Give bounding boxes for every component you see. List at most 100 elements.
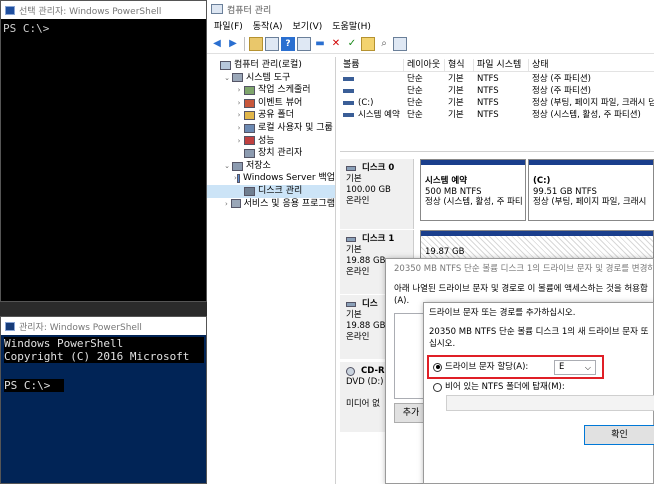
menu-file[interactable]: 파일(F) <box>209 19 248 35</box>
cell-fs: NTFS <box>477 110 499 120</box>
cell-status: 정상 (시스템, 활성, 주 파티션) <box>532 110 641 120</box>
dialog-title[interactable]: 20350 MB NTFS 단순 볼륨 디스크 1의 드라이브 문자 및 경로를… <box>386 259 653 279</box>
format-icon[interactable] <box>393 37 407 51</box>
tree-node-icon <box>244 148 255 158</box>
volume-cell <box>340 73 404 85</box>
cell-layout: 단순 <box>407 74 423 84</box>
radio-selected-icon[interactable] <box>433 362 442 372</box>
volume-cell: 시스템 예약 <box>340 109 404 121</box>
volume-list[interactable]: 볼륨 레이아웃 형식 파일 시스템 상태 단순 기본 NTFS 정상 (주 파티션) 단… <box>340 59 654 146</box>
forward-arrow-icon[interactable]: ▶ <box>226 37 240 51</box>
volume-system-reserved[interactable]: 시스템 예약 500 MB NTFS 정상 (시스템, 활성, 주 파티 <box>420 159 526 221</box>
chevron-down-icon: ⌵ <box>584 363 591 372</box>
search-icon[interactable]: ⌕ <box>377 37 391 51</box>
tree-item[interactable]: › 작업 스케줄러 <box>207 84 335 97</box>
tree-item[interactable]: ⌄ 시스템 도구 <box>207 72 335 85</box>
tree-node-icon <box>244 85 255 95</box>
powershell-window-1[interactable]: 선택 관리자: Windows PowerShell PS C:\> <box>0 0 207 302</box>
table-row[interactable]: 시스템 예약 단순 기본 NTFS 정상 (시스템, 활성, 주 파티션) <box>340 109 654 121</box>
col-status[interactable]: 상태 <box>529 59 654 71</box>
col-type[interactable]: 형식 <box>445 59 474 71</box>
tree-item-label: 장치 관리자 <box>258 148 303 159</box>
table-row[interactable]: 단순 기본 NTFS 정상 (주 파티션) <box>340 73 654 85</box>
up-folder-icon[interactable] <box>249 37 263 51</box>
back-arrow-icon[interactable]: ◀ <box>210 37 224 51</box>
assign-drive-letter-option[interactable]: 드라이브 문자 할당(A): <box>433 361 528 373</box>
collapsed-chevron-icon[interactable]: › <box>234 84 244 97</box>
volume-icon <box>343 88 354 93</box>
disk-0-label[interactable]: 디스크 0 기본 100.00 GB 온라인 <box>340 159 414 229</box>
tree-item[interactable]: › 로컬 사용자 및 그룹 <box>207 122 335 135</box>
tree-item-label: 컴퓨터 관리(로컬) <box>234 60 302 70</box>
folder-path-input[interactable] <box>446 395 654 411</box>
toolbar: ◀ ▶ ? ▬ ✕ ✓ ⌕ <box>207 35 654 54</box>
tree-node-icon <box>244 123 255 133</box>
tree-item-label: 이벤트 뷰어 <box>258 97 303 108</box>
tree-item-label: Windows Server 백업 <box>243 173 335 184</box>
check-icon[interactable]: ✓ <box>345 37 359 51</box>
cell-status: 정상 (주 파티션) <box>532 86 591 96</box>
help-icon[interactable]: ? <box>281 37 295 51</box>
tree-item[interactable]: ⌄ 저장소 <box>207 160 335 173</box>
cell-fs: NTFS <box>477 74 499 84</box>
connect-icon[interactable]: ▬ <box>313 37 327 51</box>
console-tree[interactable]: 컴퓨터 관리(로컬) ⌄ 시스템 도구 › 작업 스케줄러 › 이벤트 뷰어 › 공유 폴더 › 로… <box>207 57 336 484</box>
properties-icon[interactable] <box>297 37 311 51</box>
tree-item[interactable]: › 이벤트 뷰어 <box>207 97 335 110</box>
collapsed-chevron-icon[interactable]: › <box>222 198 231 211</box>
add-drive-letter-dialog[interactable]: 드라이브 문자 또는 경로를 추가하십시오. 20350 MB NTFS 단순 … <box>423 302 654 484</box>
tree-item[interactable]: 디스크 관리 <box>207 184 335 198</box>
tree-node-icon <box>230 199 241 209</box>
title-bar[interactable]: 선택 관리자: Windows PowerShell <box>1 1 206 19</box>
volume-c[interactable]: (C:) 99.51 GB NTFS 정상 (부팅, 페이지 파일, 크래시 <box>528 159 654 221</box>
table-row[interactable]: 단순 기본 NTFS 정상 (주 파티션) <box>340 85 654 97</box>
cell-layout: 단순 <box>407 98 423 108</box>
tree-item[interactable]: › 서비스 및 응용 프로그램 <box>207 198 335 211</box>
menu-help[interactable]: 도움말(H) <box>327 19 376 35</box>
drive-letter-select[interactable]: E ⌵ <box>554 360 596 375</box>
tree-item[interactable]: › 공유 폴더 <box>207 109 335 122</box>
delete-icon[interactable]: ✕ <box>329 37 343 51</box>
tree-item[interactable]: › 성능 <box>207 135 335 148</box>
cell-type: 기본 <box>448 74 464 84</box>
col-filesystem[interactable]: 파일 시스템 <box>474 59 529 71</box>
tree-item-label: 서비스 및 응용 프로그램 <box>243 198 335 209</box>
disk-icon <box>346 302 356 307</box>
tree-item-label: 로컬 사용자 및 그룹 <box>258 122 333 133</box>
volume-icon <box>343 100 354 105</box>
col-volume[interactable]: 볼륨 <box>340 59 404 71</box>
collapsed-chevron-icon[interactable]: › <box>234 135 244 148</box>
dialog-title[interactable]: 드라이브 문자 또는 경로를 추가하십시오. <box>424 303 653 323</box>
table-row[interactable]: (C:) 단순 기본 NTFS 정상 (부팅, 페이지 파일, 크래시 덤 <box>340 97 654 109</box>
console-line: Copyright (C) 2016 Microsoft <box>4 350 204 363</box>
tree-item[interactable]: › Windows Server 백업 <box>207 172 335 185</box>
title-bar[interactable]: 컴퓨터 관리 <box>207 0 654 18</box>
console-prompt[interactable]: PS C:\> <box>1 19 206 38</box>
dialog-text: 아래 나열된 드라이브 문자 및 경로로 이 볼륨에 액세스하는 것을 허용합 <box>394 284 648 294</box>
disk-icon <box>346 237 356 242</box>
console-prompt[interactable]: PS C:\> <box>4 379 64 392</box>
expanded-chevron-icon[interactable]: ⌄ <box>222 72 232 85</box>
cd-icon <box>346 367 355 376</box>
tree-item[interactable]: 장치 관리자 <box>207 147 335 160</box>
cell-fs: NTFS <box>477 86 499 96</box>
new-folder-icon[interactable] <box>361 37 375 51</box>
collapsed-chevron-icon[interactable]: › <box>234 97 244 110</box>
tree-node-icon <box>244 98 255 108</box>
radio-unselected-icon[interactable] <box>433 382 442 392</box>
collapsed-chevron-icon[interactable]: › <box>234 109 244 122</box>
title-bar[interactable]: 관리자: Windows PowerShell <box>1 317 206 335</box>
cell-type: 기본 <box>448 86 464 96</box>
mount-folder-option[interactable]: 비어 있는 NTFS 폴더에 탑재(M): <box>433 381 565 393</box>
expanded-chevron-icon[interactable]: ⌄ <box>222 160 232 173</box>
menu-action[interactable]: 동작(A) <box>248 19 288 35</box>
menu-view[interactable]: 보기(V) <box>288 19 328 35</box>
computer-management-window[interactable]: 컴퓨터 관리 파일(F) 동작(A) 보기(V) 도움말(H) ◀ ▶ ? ▬ … <box>207 0 654 484</box>
console-tree-icon[interactable] <box>265 37 279 51</box>
tree-item[interactable]: 컴퓨터 관리(로컬) <box>207 59 335 72</box>
col-layout[interactable]: 레이아웃 <box>404 59 445 71</box>
tree-item-label: 시스템 도구 <box>246 72 291 83</box>
collapsed-chevron-icon[interactable]: › <box>234 122 244 135</box>
powershell-window-2[interactable]: 관리자: Windows PowerShell Windows PowerShe… <box>0 316 207 484</box>
ok-button[interactable]: 확인 <box>584 425 654 445</box>
